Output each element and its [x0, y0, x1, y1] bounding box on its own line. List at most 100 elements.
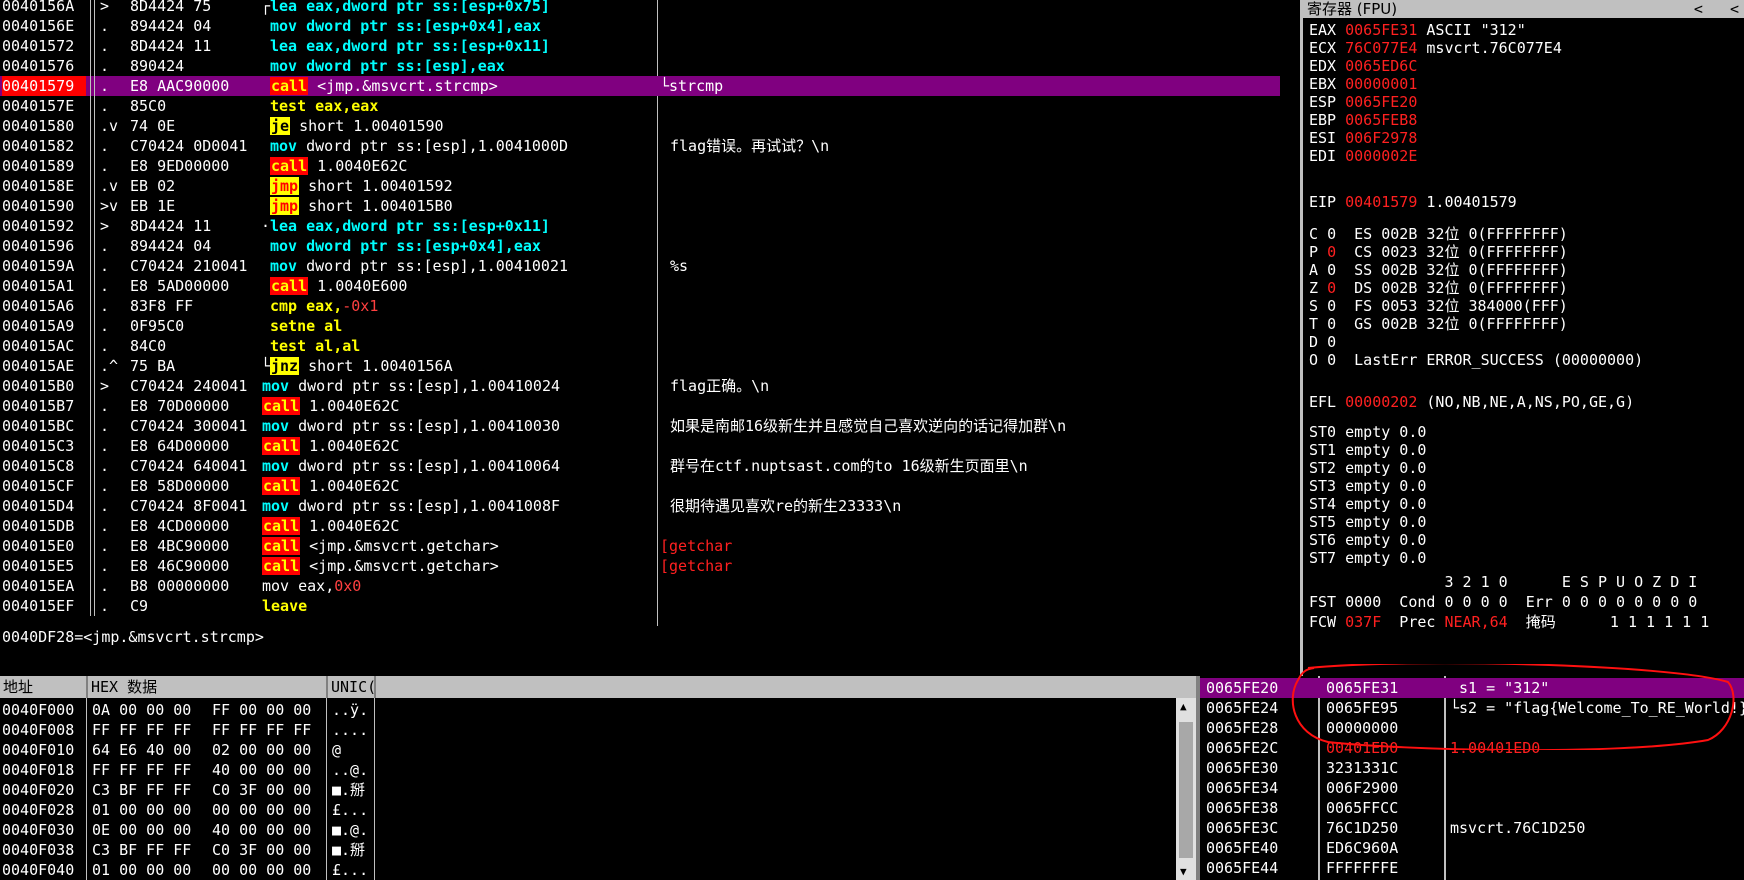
disasm-row[interactable]: 004015E0. E8 4BC90000 call <jmp.&msvcrt.ge… [0, 536, 1280, 556]
scroll-up-icon[interactable]: ▲ [1180, 700, 1187, 713]
registers-nav-arrows[interactable]: < < [1694, 0, 1739, 18]
disasm-instruction[interactable]: lea eax,dword ptr ss:[esp+0x75] [270, 0, 650, 16]
dump-col-address[interactable]: 地址 [0, 676, 88, 698]
disasm-instruction[interactable]: setne al [270, 316, 650, 336]
disasm-instruction[interactable]: lea eax,dword ptr ss:[esp+0x11] [270, 36, 650, 56]
disasm-row[interactable]: 004015C8. C70424 640041 mov dword ptr ss:[… [0, 456, 1280, 476]
disasm-instruction[interactable]: mov dword ptr ss:[esp],1.00410030 [262, 416, 642, 436]
disasm-row[interactable]: 0040157E. 85C0 test eax,eax [0, 96, 1280, 116]
stack-row[interactable]: 0065FE2C 00401ED0 1.00401ED0 [1200, 738, 1744, 758]
disassembly-pane[interactable]: 0040156A >8D4424 75 ┌ lea eax,dword ptr ss:… [0, 0, 1280, 626]
disasm-row[interactable]: 004015B7. E8 70D00000 call 1.0040E62C [0, 396, 1280, 416]
disasm-instruction[interactable]: test al,al [270, 336, 650, 356]
register-row[interactable]: ESI 006F2978 [1309, 128, 1426, 148]
register-row[interactable]: ST1 empty 0.0 [1309, 440, 1426, 460]
register-row[interactable]: ST6 empty 0.0 [1309, 530, 1426, 550]
scroll-down-icon[interactable]: ▼ [1180, 865, 1187, 878]
disasm-instruction[interactable]: call <jmp.&msvcrt.strcmp> [270, 76, 650, 96]
disasm-row[interactable]: 004015AE .^ 75 BA └ jnz short 1.0040156A [0, 356, 1280, 376]
disasm-instruction[interactable]: call 1.0040E62C [262, 436, 642, 456]
disasm-row[interactable]: 004015CF. E8 58D00000 call 1.0040E62C [0, 476, 1280, 496]
register-row[interactable]: D 0 [1309, 332, 1354, 352]
disasm-instruction[interactable]: mov dword ptr ss:[esp],1.00410064 [262, 456, 642, 476]
disasm-row[interactable]: 004015DB. E8 4CD00000 call 1.0040E62C [0, 516, 1280, 536]
register-row[interactable]: ST4 empty 0.0 [1309, 494, 1426, 514]
disasm-row[interactable]: 00401572. 8D4424 11 lea eax,dword ptr ss:[… [0, 36, 1280, 56]
register-row[interactable]: EDX 0065ED6C [1309, 56, 1426, 76]
disasm-row[interactable]: 004015A9. 0F95C0 setne al [0, 316, 1280, 336]
register-row[interactable]: EBX 00000001 [1309, 74, 1426, 94]
disasm-instruction[interactable]: test eax,eax [270, 96, 650, 116]
stack-pane[interactable]: 0065FE20 0065FE31 s1 = "312" 0065FE24 0065F… [1200, 676, 1744, 880]
disasm-row[interactable]: 004015C3. E8 64D00000 call 1.0040E62C [0, 436, 1280, 456]
disasm-instruction[interactable]: call 1.0040E62C [262, 516, 642, 536]
disasm-instruction[interactable]: jmp short 1.004015B0 [270, 196, 650, 216]
register-row[interactable]: ESP 0065FE20 [1309, 92, 1426, 112]
dump-col-hex[interactable]: HEX 数据 [88, 676, 328, 698]
register-row[interactable]: ST5 empty 0.0 [1309, 512, 1426, 532]
disasm-instruction[interactable]: call 1.0040E600 [270, 276, 650, 296]
disasm-instruction[interactable]: call 1.0040E62C [270, 156, 650, 176]
disasm-instruction[interactable]: call <jmp.&msvcrt.getchar> [262, 556, 642, 576]
disasm-row[interactable]: 004015AC. 84C0 test al,al [0, 336, 1280, 356]
disasm-instruction[interactable]: mov dword ptr ss:[esp],1.00410021 [270, 256, 650, 276]
disasm-row[interactable]: 0040156E. 894424 04 mov dword ptr ss:[esp+… [0, 16, 1280, 36]
disasm-row[interactable]: 00401582. C70424 0D0041 mov dword ptr ss:[… [0, 136, 1280, 156]
disasm-row[interactable]: 0040156A >8D4424 75 ┌ lea eax,dword ptr ss:… [0, 0, 1280, 16]
stack-row[interactable]: 0065FE38 0065FFCC [1200, 798, 1744, 818]
register-row[interactable]: ECX 76C077E4 msvcrt.76C077E4 [1309, 38, 1562, 58]
register-row[interactable]: EIP 00401579 1.00401579 [1309, 192, 1517, 212]
disasm-instruction[interactable]: mov eax,0x0 [262, 576, 642, 596]
stack-row[interactable]: 0065FE30 3231331C [1200, 758, 1744, 778]
disasm-instruction[interactable]: jnz short 1.0040156A [270, 356, 650, 376]
disasm-instruction[interactable]: call 1.0040E62C [262, 396, 642, 416]
disasm-instruction[interactable]: call <jmp.&msvcrt.getchar> [262, 536, 642, 556]
disasm-instruction[interactable]: mov dword ptr ss:[esp],1.0041008F [262, 496, 642, 516]
disasm-instruction[interactable]: leave [262, 596, 642, 616]
register-row[interactable]: 3 2 1 0 E S P U O Z D I [1309, 572, 1697, 592]
stack-row[interactable]: 0065FE40 ED6C960A [1200, 838, 1744, 858]
register-row[interactable]: FCW 037F Prec NEAR,64 掩码 1 1 1 1 1 1 [1309, 612, 1709, 632]
stack-row[interactable]: 0065FE28 00000000 [1200, 718, 1744, 738]
stack-row[interactable]: 0065FE34 006F2900 [1200, 778, 1744, 798]
register-row[interactable]: EBP 0065FEB8 [1309, 110, 1426, 130]
register-row[interactable]: EAX 0065FE31 ASCII "312" [1309, 20, 1526, 40]
disasm-row[interactable]: 00401592 >8D4424 11 · lea eax,dword ptr ss:… [0, 216, 1280, 236]
disasm-row[interactable]: 004015EA. B8 00000000 mov eax,0x0 [0, 576, 1280, 596]
disasm-instruction[interactable]: je short 1.00401590 [270, 116, 650, 136]
disasm-instruction[interactable]: cmp eax,-0x1 [270, 296, 650, 316]
disasm-row[interactable]: 00401580 .v 74 0E je short 1.00401590 [0, 116, 1280, 136]
disasm-row[interactable]: 004015BC. C70424 300041 mov dword ptr ss:[… [0, 416, 1280, 436]
register-row[interactable]: Z 0 DS 002B 32位 0(FFFFFFFF) [1309, 278, 1568, 298]
register-row[interactable]: FST 0000 Cond 0 0 0 0 Err 0 0 0 0 0 0 0 … [1309, 592, 1697, 612]
stack-row[interactable]: 0065FE44 FFFFFFFE [1200, 858, 1744, 878]
disasm-instruction[interactable]: mov dword ptr ss:[esp+0x4],eax [270, 236, 650, 256]
register-row[interactable]: EDI 0000002E [1309, 146, 1426, 166]
disasm-row[interactable]: 004015E5. E8 46C90000 call <jmp.&msvcrt.ge… [0, 556, 1280, 576]
disasm-row[interactable]: 0040158E .v EB 02 jmp short 1.00401592 [0, 176, 1280, 196]
disasm-row[interactable]: 004015A6. 83F8 FF cmp eax,-0x1 [0, 296, 1280, 316]
register-row[interactable]: EFL 00000202 (NO,NB,NE,A,NS,PO,GE,G) [1309, 392, 1634, 412]
register-row[interactable]: T 0 GS 002B 32位 0(FFFFFFFF) [1309, 314, 1568, 334]
register-row[interactable]: ST3 empty 0.0 [1309, 476, 1426, 496]
dump-col-unicode[interactable]: UNIC( [328, 676, 376, 698]
stack-row[interactable]: 0065FE24 0065FE95 └s2 = "flag{Welcome_To_R… [1200, 698, 1744, 718]
disasm-instruction[interactable]: lea eax,dword ptr ss:[esp+0x11] [270, 216, 650, 236]
disasm-instruction[interactable]: mov dword ptr ss:[esp+0x4],eax [270, 16, 650, 36]
disasm-row[interactable]: 00401576. 890424 mov dword ptr ss:[esp],ea… [0, 56, 1280, 76]
registers-pane[interactable]: 寄存器 (FPU) < < EAX 0065FE31 ASCII "312" EC… [1300, 0, 1744, 678]
dump-scrollbar[interactable]: ▲ ▼ [1176, 698, 1196, 880]
disasm-row[interactable]: 00401589. E8 9ED00000 call 1.0040E62C [0, 156, 1280, 176]
stack-row[interactable]: 0065FE20 0065FE31 s1 = "312" [1200, 678, 1744, 698]
disasm-instruction[interactable]: mov dword ptr ss:[esp],1.00410024 [262, 376, 642, 396]
register-row[interactable]: A 0 SS 002B 32位 0(FFFFFFFF) [1309, 260, 1568, 280]
disasm-row[interactable]: 0040159A. C70424 210041 mov dword ptr ss:[… [0, 256, 1280, 276]
memory-dump-pane[interactable]: 地址 HEX 数据 UNIC( 0040F000 0A 00 00 00 FF 00… [0, 676, 1196, 880]
disasm-row[interactable]: 004015B0 > C70424 240041 mov dword ptr ss:[… [0, 376, 1280, 396]
register-row[interactable]: ST2 empty 0.0 [1309, 458, 1426, 478]
disasm-instruction[interactable]: jmp short 1.00401592 [270, 176, 650, 196]
disasm-instruction[interactable]: mov dword ptr ss:[esp],eax [270, 56, 650, 76]
disasm-row[interactable]: 004015A1. E8 5AD00000 call 1.0040E600 [0, 276, 1280, 296]
disasm-row[interactable]: 00401579. E8 AAC90000 call <jmp.&msvcrt.st… [0, 76, 1280, 96]
register-row[interactable]: ST7 empty 0.0 [1309, 548, 1426, 568]
